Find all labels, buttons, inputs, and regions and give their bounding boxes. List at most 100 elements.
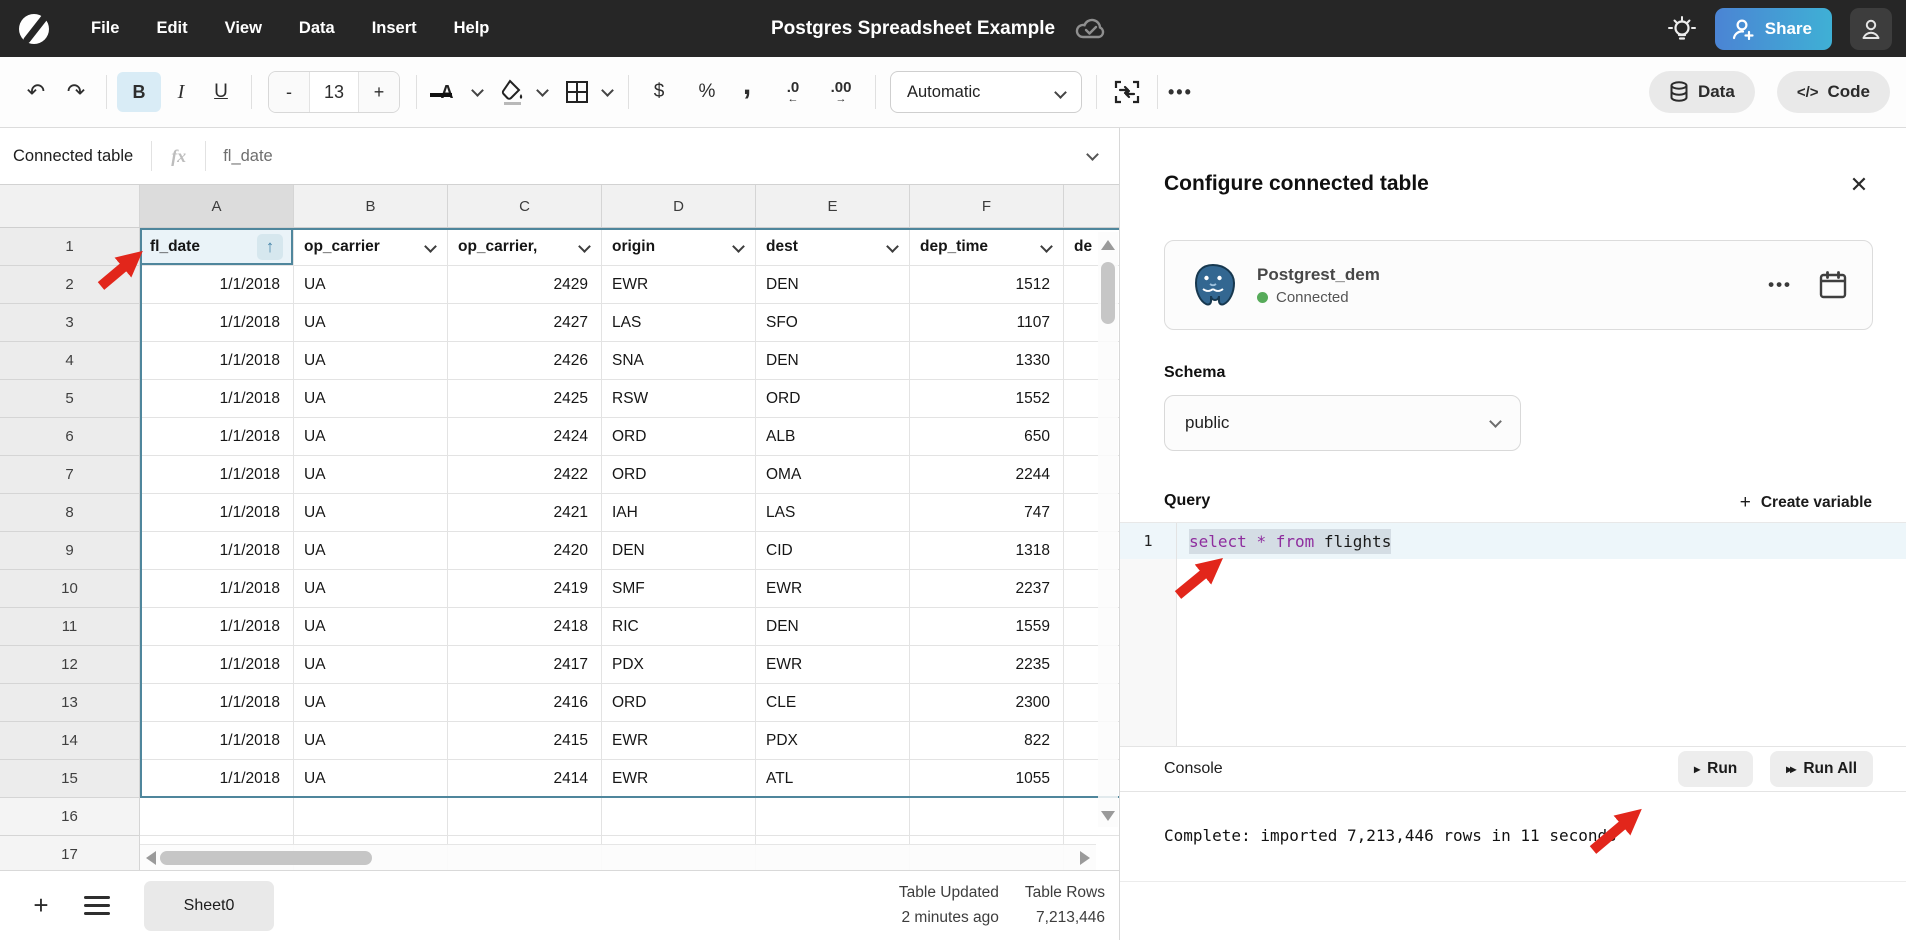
cell-fl-date[interactable]: 1/1/2018 xyxy=(140,570,294,608)
cell-fl-date[interactable]: 1/1/2018 xyxy=(140,494,294,532)
borders-button[interactable] xyxy=(557,72,597,112)
cell-origin[interactable]: EWR xyxy=(602,760,756,798)
cell-dest[interactable]: CLE xyxy=(756,684,910,722)
cell-dep-time[interactable]: 2244 xyxy=(910,456,1064,494)
cell-dep-time[interactable]: 2235 xyxy=(910,646,1064,684)
cell-origin[interactable]: LAS xyxy=(602,304,756,342)
cell-dep-time[interactable]: 650 xyxy=(910,418,1064,456)
swap-formula-icon[interactable] xyxy=(1107,72,1147,112)
font-size-increase-button[interactable]: + xyxy=(359,72,399,112)
cell-op-carrier[interactable]: UA xyxy=(294,456,448,494)
decrease-decimals-button[interactable]: .0← xyxy=(773,72,813,112)
formula-input[interactable]: fl_date xyxy=(206,147,1082,166)
vertical-scroll-thumb[interactable] xyxy=(1101,262,1115,324)
create-variable-button[interactable]: + Create variable xyxy=(1740,492,1872,514)
close-panel-button[interactable]: ✕ xyxy=(1844,170,1874,200)
cell-dep-time[interactable]: 1107 xyxy=(910,304,1064,342)
cell-dest[interactable]: DEN xyxy=(756,342,910,380)
cell-dep-time[interactable]: 1559 xyxy=(910,608,1064,646)
document-title[interactable]: Postgres Spreadsheet Example xyxy=(771,18,1055,40)
redo-button[interactable]: ↷ xyxy=(56,72,96,112)
sheet-tab[interactable]: Sheet0 xyxy=(144,881,274,931)
connection-more-button[interactable]: ••• xyxy=(1768,275,1792,295)
cell-op-carrier[interactable]: UA xyxy=(294,494,448,532)
cell-dep-time[interactable]: 1055 xyxy=(910,760,1064,798)
menu-item[interactable]: File xyxy=(91,19,119,38)
menu-item[interactable]: View xyxy=(225,19,262,38)
text-color-chevron-icon[interactable] xyxy=(471,84,484,97)
cell-origin[interactable]: RIC xyxy=(602,608,756,646)
column-header[interactable]: F xyxy=(910,185,1064,227)
scroll-left-arrow[interactable] xyxy=(146,851,156,865)
cell-dest[interactable]: PDX xyxy=(756,722,910,760)
cell-op-carrier[interactable]: UA xyxy=(294,380,448,418)
row-number[interactable]: 6 xyxy=(0,418,140,456)
increase-decimals-button[interactable]: .00→ xyxy=(821,72,861,112)
cell-op-carrier[interactable]: UA xyxy=(294,532,448,570)
row-number[interactable]: 2 xyxy=(0,266,140,304)
cell-fl-date[interactable]: 1/1/2018 xyxy=(140,646,294,684)
horizontal-scrollbar[interactable] xyxy=(140,844,1096,870)
cell-origin[interactable]: EWR xyxy=(602,722,756,760)
cell-op-carrier[interactable]: UA xyxy=(294,760,448,798)
cell-dest[interactable]: LAS xyxy=(756,494,910,532)
row-number[interactable]: 8 xyxy=(0,494,140,532)
cell-fl-date[interactable]: 1/1/2018 xyxy=(140,722,294,760)
cell-dep-time[interactable]: 1512 xyxy=(910,266,1064,304)
menu-item[interactable]: Edit xyxy=(156,19,187,38)
data-panel-button[interactable]: Data xyxy=(1649,71,1755,113)
cell-op-carrier[interactable]: UA xyxy=(294,266,448,304)
number-format-select[interactable]: Automatic xyxy=(890,71,1082,113)
cell-dep-time[interactable]: 1330 xyxy=(910,342,1064,380)
feedback-lightbulb-icon[interactable] xyxy=(1667,14,1697,44)
cell-dest[interactable]: EWR xyxy=(756,570,910,608)
cell-op-carrier-fl-num[interactable]: 2425 xyxy=(448,380,602,418)
menu-item[interactable]: Help xyxy=(454,19,490,38)
cell-op-carrier[interactable]: UA xyxy=(294,684,448,722)
cell-dep-time[interactable]: 1318 xyxy=(910,532,1064,570)
font-size-value[interactable]: 13 xyxy=(309,72,359,112)
cell-fl-date[interactable]: 1/1/2018 xyxy=(140,266,294,304)
column-header[interactable] xyxy=(1064,185,1119,227)
app-logo-icon[interactable] xyxy=(19,14,49,44)
fill-color-chevron-icon[interactable] xyxy=(536,84,549,97)
cell-f1-dep-time[interactable]: dep_time xyxy=(910,228,1064,266)
cell-fl-date[interactable]: 1/1/2018 xyxy=(140,684,294,722)
column-menu-chevron[interactable] xyxy=(1040,240,1053,253)
cell-op-carrier[interactable]: UA xyxy=(294,304,448,342)
row-number[interactable]: 11 xyxy=(0,608,140,646)
row-number[interactable]: 3 xyxy=(0,304,140,342)
row-number[interactable]: 5 xyxy=(0,380,140,418)
share-button[interactable]: Share xyxy=(1715,8,1832,50)
cell-op-carrier-fl-num[interactable]: 2416 xyxy=(448,684,602,722)
row-number[interactable]: 17 xyxy=(0,836,140,870)
cell-b1-op-carrier[interactable]: op_carrier xyxy=(294,228,448,266)
column-header[interactable]: E xyxy=(756,185,910,227)
row-number[interactable]: 15 xyxy=(0,760,140,798)
cell-op-carrier-fl-num[interactable]: 2429 xyxy=(448,266,602,304)
cell-origin[interactable]: EWR xyxy=(602,266,756,304)
cell-op-carrier-fl-num[interactable]: 2424 xyxy=(448,418,602,456)
cell-op-carrier-fl-num[interactable]: 2426 xyxy=(448,342,602,380)
font-size-decrease-button[interactable]: - xyxy=(269,72,309,112)
cell-d1-origin[interactable]: origin xyxy=(602,228,756,266)
code-panel-button[interactable]: </> Code xyxy=(1777,71,1890,113)
row-number[interactable]: 4 xyxy=(0,342,140,380)
menu-item[interactable]: Data xyxy=(299,19,335,38)
cell-dest[interactable]: OMA xyxy=(756,456,910,494)
cell-e1-dest[interactable]: dest xyxy=(756,228,910,266)
cell-op-carrier[interactable]: UA xyxy=(294,646,448,684)
column-menu-chevron[interactable] xyxy=(886,240,899,253)
cell-origin[interactable]: ORD xyxy=(602,456,756,494)
vertical-scrollbar[interactable] xyxy=(1098,232,1118,827)
horizontal-scroll-thumb[interactable] xyxy=(160,851,372,865)
avatar[interactable] xyxy=(1850,8,1892,50)
empty-cell[interactable] xyxy=(756,798,910,836)
cell-dep-time[interactable]: 822 xyxy=(910,722,1064,760)
cell-fl-date[interactable]: 1/1/2018 xyxy=(140,456,294,494)
formula-bar-collapse-chevron[interactable] xyxy=(1086,148,1099,161)
cell-dep-time[interactable]: 747 xyxy=(910,494,1064,532)
row-number[interactable]: 14 xyxy=(0,722,140,760)
cell-origin[interactable]: SNA xyxy=(602,342,756,380)
percent-format-button[interactable]: % xyxy=(687,72,727,112)
